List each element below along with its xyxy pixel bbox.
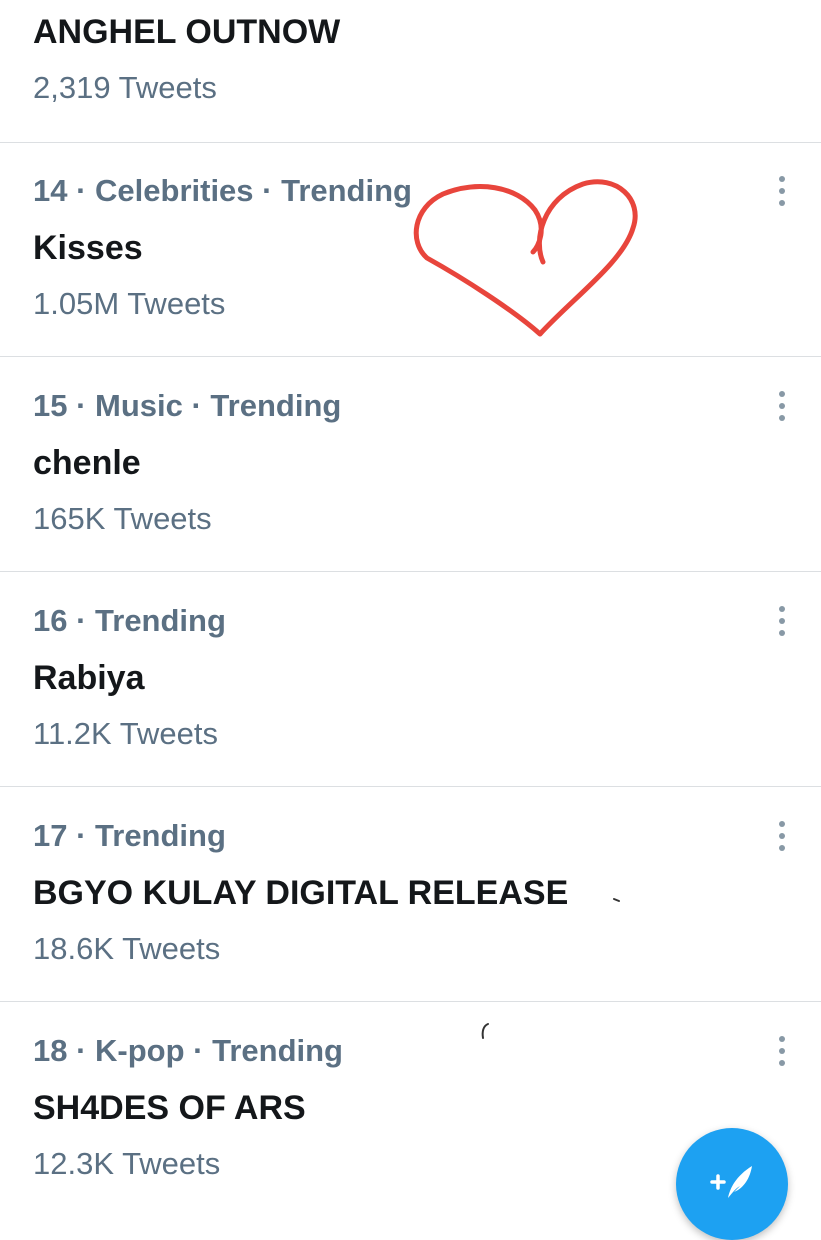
compose-tweet-button[interactable] [676, 1128, 788, 1240]
trend-tweet-count: 18.6K Tweets [33, 931, 221, 966]
more-icon[interactable] [777, 176, 787, 206]
trend-name: BGYO KULAY DIGITAL RELEASE [33, 874, 569, 912]
trend-tweet-count: 1.05M Tweets [33, 286, 226, 321]
trend-item-16[interactable]: 16 · Trending Rabiya 11.2K Tweets [0, 573, 821, 787]
trend-name: chenle [33, 444, 141, 482]
trend-name: Kisses [33, 229, 143, 267]
trend-item-anghel[interactable]: ANGHEL OUTNOW 2,319 Tweets [0, 0, 821, 143]
trend-name: Rabiya [33, 659, 145, 697]
more-icon[interactable] [777, 606, 787, 636]
more-icon[interactable] [777, 821, 787, 851]
trend-tweet-count: 12.3K Tweets [33, 1146, 221, 1181]
trend-name: SH4DES OF ARS [33, 1089, 306, 1127]
trend-item-17[interactable]: 17 · Trending BGYO KULAY DIGITAL RELEASE… [0, 788, 821, 1002]
trend-meta: 18 · K-pop · Trending [33, 1033, 343, 1068]
trend-item-14[interactable]: 14 · Celebrities · Trending Kisses 1.05M… [0, 143, 821, 357]
trend-meta: 14 · Celebrities · Trending [33, 173, 412, 208]
trend-tweet-count: 165K Tweets [33, 501, 212, 536]
trend-meta: 17 · Trending [33, 818, 226, 853]
compose-tweet-icon [710, 1166, 752, 1198]
trend-meta: 16 · Trending [33, 603, 226, 638]
trend-tweet-count: 11.2K Tweets [33, 716, 218, 751]
trend-tweet-count: 2,319 Tweets [33, 70, 217, 105]
more-icon[interactable] [777, 391, 787, 421]
more-icon[interactable] [777, 1036, 787, 1066]
trend-name: ANGHEL OUTNOW [33, 13, 341, 51]
trend-item-15[interactable]: 15 · Music · Trending chenle 165K Tweets [0, 358, 821, 572]
trend-meta: 15 · Music · Trending [33, 388, 342, 423]
